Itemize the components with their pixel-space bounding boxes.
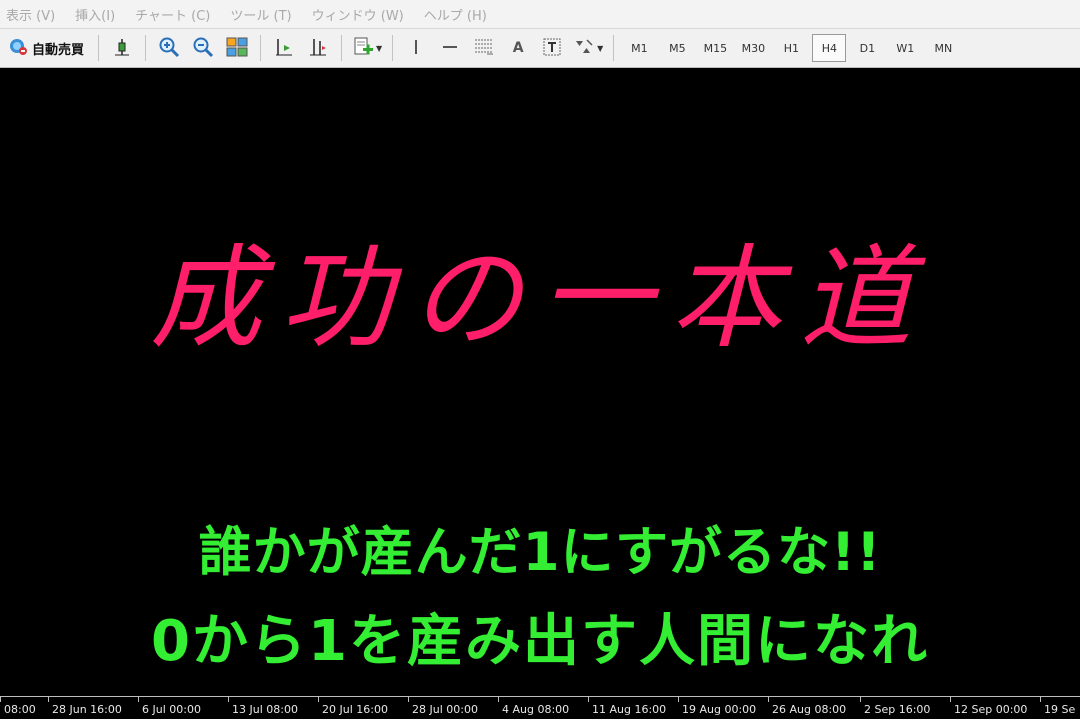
autotrade-icon [8,36,28,60]
toolbar-separator [613,35,615,61]
chart-shift-button[interactable] [271,34,297,62]
time-axis-label: 20 Jul 16:00 [318,697,388,719]
timeframe-h1[interactable]: H1 [774,34,808,62]
toolbar-separator [145,35,147,61]
arrows-button[interactable]: ▼ [573,34,603,62]
horizontal-line-icon [440,37,460,60]
fibonacci-icon [473,36,495,61]
timeframe-w1[interactable]: W1 [888,34,922,62]
text-label-button[interactable] [539,34,565,62]
menu-tools[interactable]: ツール (T) [224,5,305,24]
vertical-line-button[interactable] [403,34,429,62]
tile-windows-icon [226,37,248,60]
timeframe-m30[interactable]: M30 [736,34,770,62]
time-axis-label: 08:00 [0,697,36,719]
tile-windows-button[interactable] [224,34,250,62]
text-button[interactable]: A [505,34,531,62]
chevron-down-icon: ▼ [597,43,604,53]
zoom-in-button[interactable] [156,34,182,62]
chart-area[interactable]: 成功の一本道 誰かが産んだ1にすがるな!! 0から1を産み出す人間になれ [0,68,1080,696]
menu-view[interactable]: 表示 (V) [0,5,69,24]
menu-window[interactable]: ウィンドウ (W) [306,5,418,24]
timeframe-mn[interactable]: MN [926,34,960,62]
time-axis-label: 28 Jun 16:00 [48,697,122,719]
vertical-line-icon [408,37,424,60]
text-label-icon [542,37,562,60]
arrows-icon [573,37,595,60]
time-axis-label: 11 Aug 16:00 [588,697,666,719]
message-line-1: 誰かが産んだ1にすがるな!! [198,522,882,583]
timeframe-m1[interactable]: M1 [622,34,656,62]
fibonacci-button[interactable] [471,34,497,62]
zoom-out-button[interactable] [190,34,216,62]
horizontal-line-button[interactable] [437,34,463,62]
menu-bar: 表示 (V) 挿入(I) チャート (C) ツール (T) ウィンドウ (W) … [0,0,1080,28]
time-axis-label: 13 Jul 08:00 [228,697,298,719]
menu-insert[interactable]: 挿入(I) [69,5,129,24]
zoom-in-icon [158,36,180,61]
autotrade-button[interactable]: 自動売買 [4,34,88,62]
time-axis-label: 19 Se [1040,697,1075,719]
chart-title-text: 成功の一本道 [150,234,930,364]
time-axis-label: 19 Aug 00:00 [678,697,756,719]
time-axis-label: 4 Aug 08:00 [498,697,569,719]
indicators-button[interactable]: ▼ [352,34,382,62]
toolbar-separator [392,35,394,61]
auto-scroll-button[interactable] [305,34,331,62]
candlestick-chart-button[interactable] [109,34,135,62]
time-axis-label: 2 Sep 16:00 [860,697,930,719]
zoom-out-icon [192,36,214,61]
time-axis: 08:00 28 Jun 16:00 6 Jul 00:00 13 Jul 08… [0,696,1080,719]
indicators-icon [352,36,374,61]
message-line-2: 0から1を産み出す人間になれ [151,609,929,674]
toolbar-separator [341,35,343,61]
candlestick-icon [112,37,132,60]
toolbar-separator [98,35,100,61]
time-axis-label: 26 Aug 08:00 [768,697,846,719]
autotrade-label: 自動売買 [32,42,85,58]
menu-help[interactable]: ヘルプ (H) [418,5,501,24]
time-axis-label: 28 Jul 00:00 [408,697,478,719]
timeframe-d1[interactable]: D1 [850,34,884,62]
chart-shift-icon [274,37,294,60]
menu-charts[interactable]: チャート (C) [129,5,224,24]
toolbar: 自動売買 ▼ A ▼ M1 M5 M15 M30 H1 H4 D1 W1 MN [0,28,1080,68]
timeframe-m5[interactable]: M5 [660,34,694,62]
trading-terminal-window: 表示 (V) 挿入(I) チャート (C) ツール (T) ウィンドウ (W) … [0,0,1080,719]
text-tool-label: A [512,40,524,56]
chevron-down-icon: ▼ [376,43,383,53]
time-axis-label: 12 Sep 00:00 [950,697,1027,719]
time-axis-label: 6 Jul 00:00 [138,697,201,719]
auto-scroll-icon [308,37,328,60]
timeframe-m15[interactable]: M15 [698,34,732,62]
toolbar-separator [260,35,262,61]
timeframe-h4[interactable]: H4 [812,34,847,62]
